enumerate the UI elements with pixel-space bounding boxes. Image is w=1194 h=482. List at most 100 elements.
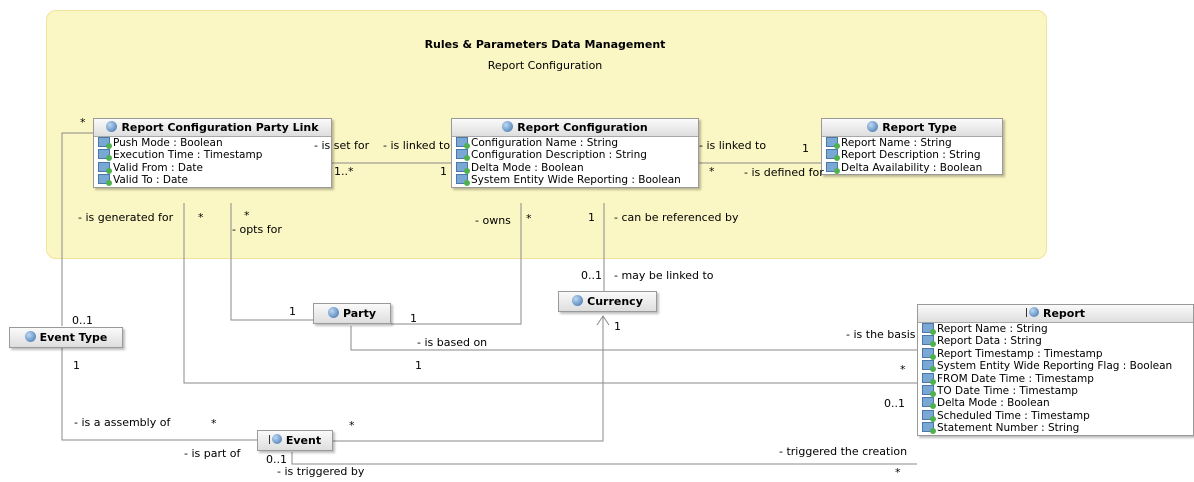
entity-icon [572, 295, 584, 306]
entity-icon [24, 331, 36, 342]
class-party[interactable]: Party [313, 303, 391, 324]
multiplicity-label: 1 [410, 312, 417, 325]
multiplicity-label: * [900, 363, 906, 376]
class-name: Event [285, 434, 322, 447]
class-report-configuration-party-link[interactable]: Report Configuration Party Link Push Mod… [93, 118, 332, 188]
attribute-icon [826, 161, 840, 174]
class-event[interactable]: Event [257, 430, 333, 451]
attribute: Configuration Description : String [452, 149, 698, 162]
attribute: TO Date Time : Timestamp [918, 384, 1193, 397]
attribute-icon [922, 372, 936, 385]
attribute: Execution Time : Timestamp [94, 149, 331, 162]
multiplicity-label: 1 [588, 211, 595, 224]
class-currency[interactable]: Currency [558, 291, 657, 312]
entity-icon [502, 121, 514, 132]
role-label: - is triggered by [277, 465, 365, 478]
class-name: Report [1042, 307, 1086, 320]
role-label: - is based on [417, 336, 488, 349]
multiplicity-label: * [709, 165, 715, 178]
role-label: - is generated for [78, 211, 174, 224]
role-label: - is linked to [383, 139, 451, 152]
multiplicity-label: 1 [415, 359, 422, 372]
multiplicity-label: * [211, 417, 217, 430]
role-label: - is defined for [744, 166, 824, 179]
attribute: Configuration Name : String [452, 137, 698, 149]
role-label: - is the basis [846, 328, 916, 341]
attribute-icon [922, 422, 936, 435]
attribute-icon [98, 137, 112, 149]
assoc-event-currency [331, 316, 604, 442]
multiplicity-label: 0..1 [581, 269, 602, 282]
multiplicity-label: * [349, 419, 355, 432]
attribute: Delta Availability : Boolean [822, 161, 1002, 174]
role-label: - is set for [314, 139, 370, 152]
multiplicity-label: 1 [614, 320, 621, 333]
multiplicity-label: 0..1 [72, 314, 93, 327]
attribute: Statement Number : String [918, 422, 1193, 435]
multiplicity-label: * [526, 212, 532, 225]
attribute-icon [98, 149, 112, 162]
multiplicity-label: 1 [289, 305, 296, 318]
attribute-icon [826, 137, 840, 149]
attribute-icon [922, 360, 936, 373]
multiplicity-label: 1 [73, 359, 80, 372]
class-name: Event Type [39, 331, 108, 344]
attribute: Push Mode : Boolean [94, 137, 331, 149]
role-label: - opts for [232, 223, 282, 236]
attribute-icon [922, 347, 936, 360]
class-report[interactable]: Report Report Name : String Report Data … [917, 304, 1194, 436]
attribute-icon [922, 397, 936, 410]
multiplicity-label: * [244, 209, 250, 222]
attribute-icon [922, 384, 936, 397]
entity-icon [327, 307, 339, 318]
role-label: - is a assembly of [74, 416, 171, 429]
attribute: System Entity Wide Reporting Flag : Bool… [918, 360, 1193, 373]
class-name: Party [342, 307, 377, 320]
multiplicity-label: * [895, 466, 901, 479]
attribute: Report Name : String [822, 137, 1002, 149]
role-label: - owns [475, 214, 511, 227]
attribute-icon [456, 137, 470, 149]
attribute-icon [98, 174, 112, 187]
class-event-type[interactable]: Event Type [9, 327, 123, 348]
interface-icon [1025, 307, 1040, 318]
role-label: - can be referenced by [614, 211, 739, 224]
attribute-icon [456, 149, 470, 162]
attribute: Valid From : Date [94, 161, 331, 174]
attribute: Valid To : Date [94, 174, 331, 187]
entity-icon [106, 121, 118, 132]
class-report-type[interactable]: Report Type Report Name : String Report … [821, 118, 1003, 176]
class-name: Report Configuration Party Link [121, 121, 319, 134]
interface-icon [268, 434, 283, 445]
assoc-report-rcpl [183, 203, 917, 384]
entity-icon [867, 121, 879, 132]
multiplicity-label: 1..* [334, 165, 354, 178]
role-label: - is linked to [699, 139, 767, 152]
attribute: Report Description : String [822, 149, 1002, 162]
attribute: Scheduled Time : Timestamp [918, 409, 1193, 422]
attribute: Report Name : String [918, 323, 1193, 335]
class-report-configuration[interactable]: Report Configuration Configuration Name … [451, 118, 699, 188]
assoc-eventtype-rcpl [61, 132, 93, 326]
multiplicity-label: * [198, 211, 204, 224]
multiplicity-label: 0..1 [884, 397, 905, 410]
multiplicity-label: 1 [802, 142, 809, 155]
attribute-icon [922, 409, 936, 422]
attribute-icon [456, 161, 470, 174]
attribute-icon [826, 149, 840, 162]
class-name: Report Configuration [517, 121, 648, 134]
attribute: FROM Date Time : Timestamp [918, 372, 1193, 385]
multiplicity-label: 1 [440, 165, 447, 178]
class-name: Report Type [882, 121, 957, 134]
attribute: Report Data : String [918, 335, 1193, 348]
role-label: - triggered the creation [779, 445, 908, 458]
attribute-icon [456, 174, 470, 187]
attribute-icon [922, 335, 936, 348]
attribute: System Entity Wide Reporting : Boolean [452, 174, 698, 187]
role-label: - is part of [184, 447, 241, 460]
attribute-icon [98, 161, 112, 174]
multiplicity-label: * [80, 116, 86, 129]
attribute-icon [922, 323, 936, 335]
role-label: - may be linked to [614, 269, 714, 282]
attribute: Report Timestamp : Timestamp [918, 347, 1193, 360]
